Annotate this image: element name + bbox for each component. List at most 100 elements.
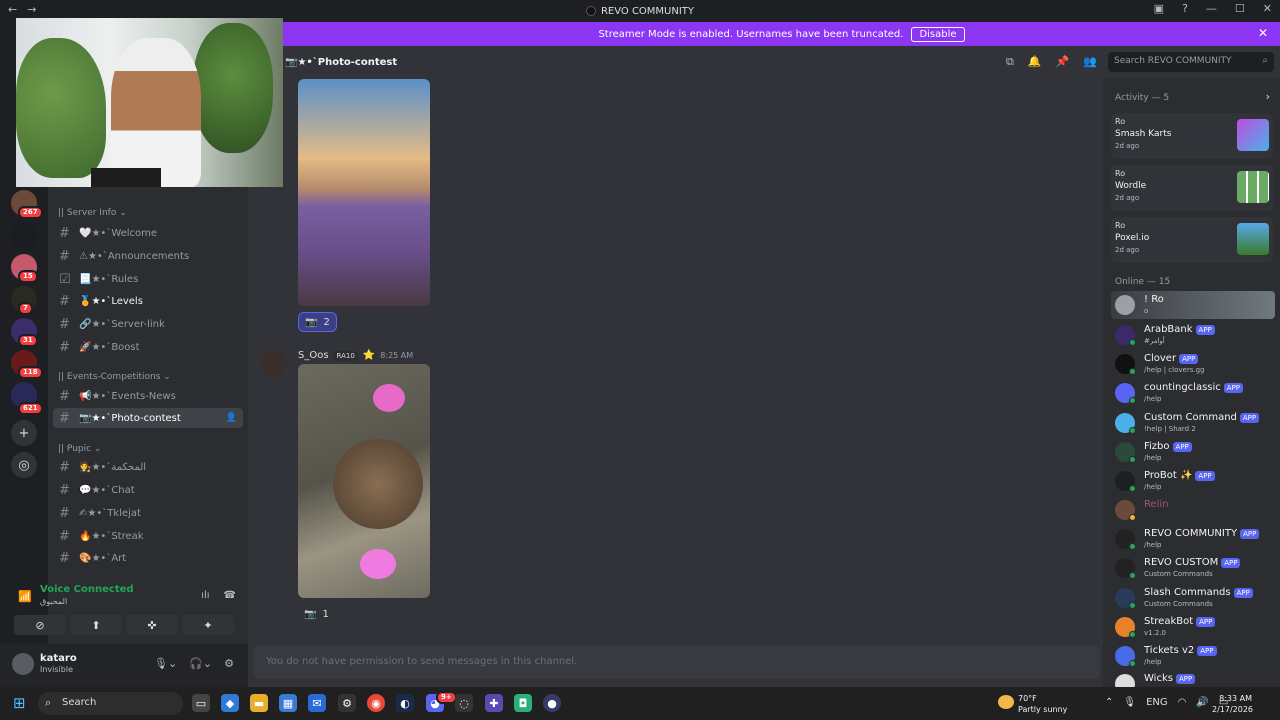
mail-icon[interactable]: ✉ <box>308 694 326 712</box>
channel-chat[interactable]: # 💬★•`Chat <box>53 480 243 500</box>
app-icon[interactable]: ● <box>543 694 561 712</box>
help-icon[interactable]: ? <box>1182 2 1188 15</box>
member-item[interactable]: Custom Command APP !help | Shard 2 <box>1111 409 1275 437</box>
member-item[interactable]: Relin <box>1111 496 1275 524</box>
banner-close-icon[interactable]: ✕ <box>1258 26 1268 40</box>
channel-tklejat[interactable]: # ✍★•`Tklejat <box>53 503 243 523</box>
photo-attachment[interactable] <box>298 79 430 306</box>
settings-icon[interactable]: ⚙ <box>224 657 234 670</box>
noise-suppression-icon[interactable]: ılı <box>201 590 209 601</box>
bell-icon[interactable]: 🔔 <box>1028 55 1042 69</box>
settings-app-icon[interactable]: ⚙ <box>338 694 356 712</box>
clock[interactable]: 8:33 AM 2/17/2026 <box>1212 693 1253 715</box>
category-pupic[interactable]: || Pupic ⌄ <box>58 444 101 454</box>
member-item[interactable]: ArabBank APP #أوامر <box>1111 321 1275 349</box>
headphones-icon[interactable]: 🎧⌄ <box>189 657 212 670</box>
notification-badge: 9+ <box>436 691 457 704</box>
channel-announcements[interactable]: # ⚠★•`Announcements <box>53 246 243 266</box>
disconnect-icon[interactable]: ☎ <box>224 590 236 601</box>
channel-levels[interactable]: # 🏅★•`Levels <box>53 291 243 311</box>
close-window-icon[interactable]: ✕ <box>1263 2 1272 15</box>
discover-icon[interactable]: ◎ <box>11 452 37 478</box>
steam-icon[interactable]: ◐ <box>396 694 414 712</box>
chevron-right-icon[interactable]: › <box>1266 90 1270 103</box>
channel-boost[interactable]: # 🚀★•`Boost <box>53 337 243 357</box>
threads-icon[interactable]: ⧉ <box>1006 55 1014 69</box>
copilot-icon[interactable]: ◆ <box>221 694 239 712</box>
minimize-icon[interactable]: — <box>1206 2 1217 15</box>
hash-icon: # <box>59 293 70 309</box>
category-server-info[interactable]: || Server Info ⌄ <box>58 208 127 218</box>
member-item[interactable]: ProBot ✨ APP /help <box>1111 467 1275 495</box>
camera-off-button[interactable]: ⊘ <box>14 615 66 635</box>
author-name[interactable]: S_Oos <box>298 350 329 361</box>
member-item[interactable]: ! Ro o <box>1111 291 1275 319</box>
member-item[interactable]: REVO CUSTOM APP Custom Commands <box>1111 554 1275 582</box>
wifi-icon[interactable]: ◠ <box>1178 697 1187 708</box>
member-item[interactable]: Fizbo APP /help <box>1111 438 1275 466</box>
server-icon[interactable] <box>11 222 37 248</box>
inbox-icon[interactable]: ▣ <box>1154 2 1164 15</box>
activity-card[interactable]: Ro Poxel.io 2d ago <box>1111 217 1273 263</box>
app-icon[interactable]: ◌ <box>455 694 473 712</box>
activities-button[interactable]: ✜ <box>126 615 178 635</box>
mic-icon[interactable]: 🎙⌄ <box>154 657 177 670</box>
chevron-up-icon[interactable]: ⌃ <box>1105 697 1113 708</box>
share-screen-button[interactable]: ⬆ <box>70 615 122 635</box>
language-indicator[interactable]: ENG <box>1146 697 1168 708</box>
forward-arrow-icon[interactable]: → <box>27 3 36 16</box>
taskbar-search[interactable]: ⌕ Search <box>38 692 183 715</box>
file-explorer-icon[interactable]: ▬ <box>250 694 268 712</box>
channel-welcome[interactable]: # 🤍★•`Welcome <box>53 223 243 243</box>
member-item[interactable]: StreakBot APP v1.2.0 <box>1111 613 1275 641</box>
member-item[interactable]: Slash Commands APP Custom Commands <box>1111 584 1275 612</box>
app-icon[interactable]: ◘ <box>514 694 532 712</box>
avatar[interactable] <box>261 350 287 376</box>
game-app-icon[interactable]: ✚ <box>485 694 503 712</box>
channel-title: 📷★•`Photo-contest <box>285 56 398 68</box>
reaction-camera[interactable]: 📷 1 <box>298 604 335 624</box>
mic-tray-icon[interactable]: 🎙 <box>1123 697 1136 708</box>
channel-court[interactable]: # 🧑‍⚖★•`المحكمة <box>53 457 243 477</box>
channel-server-link[interactable]: # 🔗★•`Server-link <box>53 314 243 334</box>
search-input[interactable]: Search REVO COMMUNITY ⌕ <box>1108 52 1274 72</box>
member-item[interactable]: Clover APP /help | clovers.gg <box>1111 350 1275 378</box>
user-name[interactable]: kataro <box>40 653 77 664</box>
channel-rules[interactable]: ☑ 📃★•`Rules <box>53 269 243 289</box>
task-view-icon[interactable]: ▭ <box>192 694 210 712</box>
soundboard-button[interactable]: ✦ <box>182 615 234 635</box>
windows-start-icon[interactable]: ⊞ <box>13 695 29 711</box>
back-arrow-icon[interactable]: ← <box>8 3 17 16</box>
member-item[interactable]: countingclassic APP /help <box>1111 379 1275 407</box>
members-icon[interactable]: 👥 <box>1083 55 1097 69</box>
server-badge: 7 <box>18 302 33 315</box>
status-dot <box>1129 397 1136 404</box>
reaction-camera[interactable]: 📷 2 <box>298 312 337 332</box>
channel-events-news[interactable]: # 📢★•`Events-News <box>53 386 243 406</box>
store-icon[interactable]: ▦ <box>279 694 297 712</box>
camera-emoji-icon: 📷 <box>304 608 317 620</box>
channel-photo-contest[interactable]: # 📷★•`Photo-contest 👤 <box>53 408 243 428</box>
pin-icon[interactable]: 📌 <box>1056 55 1070 69</box>
channel-streak[interactable]: # 🔥★•`Streak <box>53 526 243 546</box>
member-item[interactable]: REVO COMMUNITY APP /help <box>1111 525 1275 553</box>
avatar[interactable] <box>12 653 34 675</box>
invite-icon[interactable]: 👤 <box>226 413 237 423</box>
voice-status[interactable]: Voice Connected <box>40 584 134 595</box>
voice-controls: ılı ☎ <box>201 590 236 601</box>
chrome-icon[interactable]: ◉ <box>367 694 385 712</box>
channel-art[interactable]: # 🎨★•`Art <box>53 548 243 568</box>
activity-card[interactable]: Ro Wordle 2d ago <box>1111 165 1273 211</box>
category-events[interactable]: || Events-Competitions ⌄ <box>58 372 171 382</box>
volume-icon[interactable]: 🔊 <box>1196 697 1208 708</box>
add-server-icon[interactable]: + <box>11 420 37 446</box>
cat-shape <box>333 439 423 529</box>
status-dot <box>1129 427 1136 434</box>
member-item[interactable]: Tickets v2 APP /help <box>1111 642 1275 670</box>
guild-tag[interactable]: RA10 <box>333 350 358 361</box>
disable-button[interactable]: Disable <box>911 26 965 42</box>
weather-widget[interactable]: 70°F Partly sunny <box>998 693 1067 715</box>
photo-attachment[interactable] <box>298 364 430 598</box>
maximize-icon[interactable]: ☐ <box>1235 2 1245 15</box>
activity-card[interactable]: Ro Smash Karts 2d ago <box>1111 113 1273 159</box>
